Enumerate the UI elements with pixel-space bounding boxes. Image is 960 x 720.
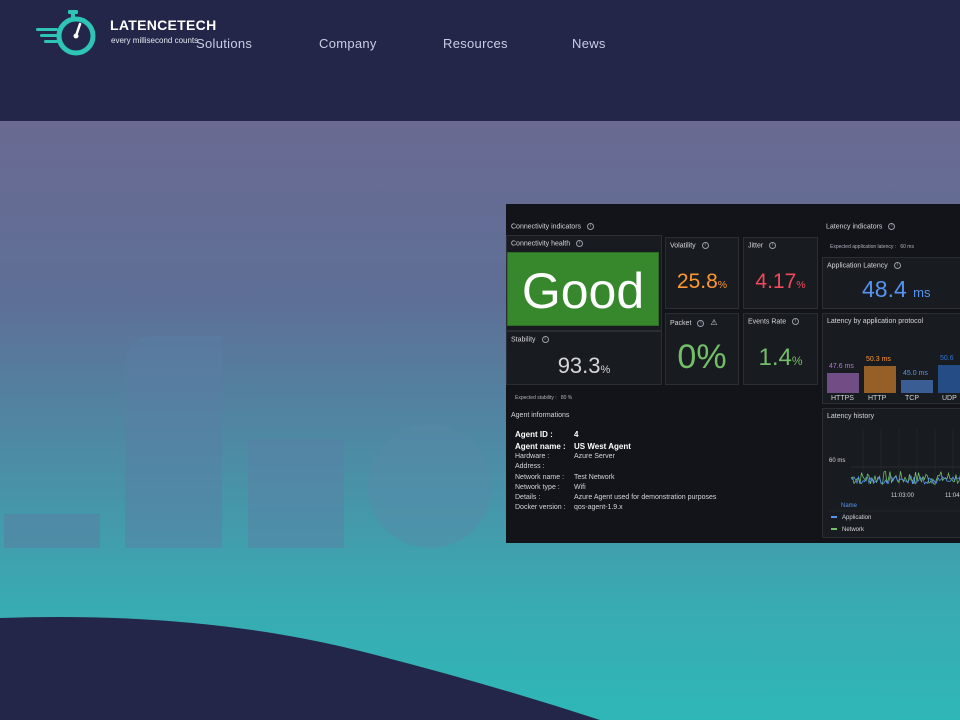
- bottom-wave: [0, 616, 600, 720]
- nav-resources[interactable]: Resources: [443, 36, 508, 51]
- nav-company[interactable]: Company: [319, 36, 377, 51]
- brand-name: LATENCETECH: [110, 17, 217, 33]
- nav-solutions[interactable]: Solutions: [196, 36, 252, 51]
- nav-news[interactable]: News: [572, 36, 606, 51]
- main-nav: Solutions Company Resources News: [0, 36, 960, 52]
- hero-section: Connectivity indicators i Connectivity he…: [0, 121, 960, 720]
- site-header: LATENCETECH every millisecond counts Sol…: [0, 0, 960, 121]
